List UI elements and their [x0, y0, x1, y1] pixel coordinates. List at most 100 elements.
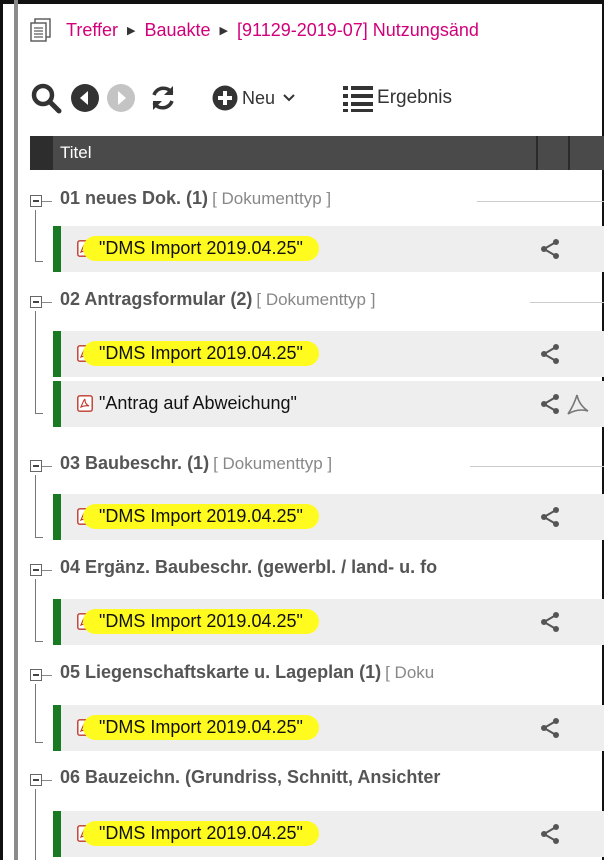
tree-connector — [42, 466, 52, 467]
tree-connector — [35, 537, 43, 538]
document-title[interactable]: "DMS Import 2019.04.25" — [83, 504, 319, 529]
group-title-text: 05 Liegenschaftskarte u. Lageplan (1) — [60, 662, 382, 682]
tree-connector — [35, 579, 36, 641]
document-title[interactable]: "DMS Import 2019.04.25" — [83, 341, 319, 366]
new-button-label: Neu — [242, 87, 276, 108]
tree-connector — [42, 302, 52, 303]
document-tree-panel: Treffer ▶ Bauakte ▶ [91129-2019-07] Nutz… — [0, 0, 604, 860]
search-icon — [31, 83, 62, 114]
tree-connector — [42, 570, 52, 571]
document-row[interactable]: "Antrag auf Abweichung" — [53, 381, 604, 427]
group-type-label: [ Dokumenttyp ] — [212, 189, 332, 208]
document-row[interactable]: "DMS Import 2019.04.25" — [53, 331, 604, 377]
group-row: 02 Antragsformular (2)[ Dokumenttyp ] — [30, 289, 604, 319]
collapse-toggle-icon[interactable] — [30, 564, 42, 576]
document-status-bar — [53, 331, 61, 377]
share-icon — [541, 239, 559, 259]
document-title[interactable]: "DMS Import 2019.04.25" — [83, 715, 319, 740]
tree-connector — [42, 675, 52, 676]
collapse-toggle-icon[interactable] — [30, 296, 42, 308]
document-title[interactable]: "DMS Import 2019.04.25" — [83, 609, 319, 634]
group-row: 01 neues Dok. (1)[ Dokumenttyp ] — [30, 188, 604, 218]
breadcrumb-item-current[interactable]: [91129-2019-07] Nutzungsänd — [237, 20, 479, 41]
breadcrumb-separator-icon: ▶ — [127, 24, 136, 37]
chevron-down-icon — [283, 94, 295, 102]
document-row[interactable]: "DMS Import 2019.04.25" — [53, 705, 604, 751]
share-icon — [541, 824, 559, 844]
group-title-text: 03 Baubeschr. (1) — [60, 453, 210, 473]
pdf-viewer-icon[interactable] — [565, 391, 591, 417]
group-type-label: [ Dokumenttyp ] — [213, 454, 333, 473]
document-status-bar — [53, 381, 61, 427]
share-icon — [541, 394, 559, 414]
group-separator-line — [470, 466, 604, 467]
breadcrumb-item-treffer[interactable]: Treffer — [66, 20, 118, 41]
table-header: Titel — [30, 136, 604, 170]
group-title-text: 02 Antragsformular (2) — [60, 289, 253, 309]
column-divider — [568, 136, 570, 170]
group-title-text: 01 neues Dok. (1) — [60, 188, 209, 208]
breadcrumb-item-bauakte[interactable]: Bauakte — [144, 20, 210, 41]
document-title[interactable]: "Antrag auf Abweichung" — [83, 391, 313, 416]
document-list-icon — [30, 18, 51, 42]
breadcrumb-separator-icon: ▶ — [219, 24, 229, 37]
tree-connector — [42, 780, 52, 781]
group-title[interactable]: 03 Baubeschr. (1)[ Dokumenttyp ] — [60, 453, 332, 474]
frame-border-top — [0, 0, 604, 4]
results-list-button[interactable]: Ergebnis — [343, 84, 452, 112]
group-row: 06 Bauzeichn. (Grundriss, Schnitt, Ansic… — [30, 767, 604, 797]
list-icon — [343, 86, 374, 112]
document-status-bar — [53, 599, 61, 645]
header-select-cell — [30, 136, 53, 170]
group-title[interactable]: 05 Liegenschaftskarte u. Lageplan (1)[ D… — [60, 662, 434, 683]
document-title[interactable]: "DMS Import 2019.04.25" — [83, 236, 319, 261]
document-status-bar — [53, 705, 61, 751]
group-row: 04 Ergänz. Baubeschr. (gewerbl. / land- … — [30, 557, 604, 587]
collapse-toggle-icon[interactable] — [30, 669, 42, 681]
results-button-label: Ergebnis — [377, 87, 453, 108]
collapse-toggle-icon[interactable] — [30, 774, 42, 786]
new-button[interactable]: Neu — [212, 85, 295, 111]
group-title[interactable]: 01 neues Dok. (1)[ Dokumenttyp ] — [60, 188, 331, 209]
column-divider — [536, 136, 538, 170]
group-row: 03 Baubeschr. (1)[ Dokumenttyp ] — [30, 453, 604, 483]
collapse-toggle-icon[interactable] — [30, 195, 42, 207]
group-type-label: [ Doku — [385, 663, 435, 682]
document-row[interactable]: "DMS Import 2019.04.25" — [53, 599, 604, 645]
refresh-button[interactable] — [148, 83, 178, 113]
share-icon — [541, 344, 559, 364]
forward-button[interactable] — [106, 83, 136, 113]
tree-connector — [35, 413, 43, 414]
document-row[interactable]: "DMS Import 2019.04.25" — [53, 811, 604, 857]
group-title-text: 06 Bauzeichn. (Grundriss, Schnitt, Ansic… — [60, 767, 441, 787]
group-separator-line — [477, 201, 604, 202]
document-row[interactable]: "DMS Import 2019.04.25" — [53, 494, 604, 540]
document-status-bar — [53, 811, 61, 857]
back-button[interactable] — [70, 83, 100, 113]
tree-connector — [35, 742, 43, 743]
column-header-title[interactable]: Titel — [60, 143, 92, 163]
group-title[interactable]: 06 Bauzeichn. (Grundriss, Schnitt, Ansic… — [60, 767, 444, 788]
document-title[interactable]: "DMS Import 2019.04.25" — [83, 821, 319, 846]
group-separator-line — [530, 302, 604, 303]
group-title[interactable]: 02 Antragsformular (2)[ Dokumenttyp ] — [60, 289, 375, 310]
tree-connector — [35, 789, 36, 860]
tree-connector — [35, 475, 36, 537]
share-icon — [541, 507, 559, 527]
tree-connector — [35, 684, 36, 742]
plus-icon — [212, 85, 238, 111]
document-status-bar — [53, 226, 61, 272]
document-status-bar — [53, 494, 61, 540]
group-title-text: 04 Ergänz. Baubeschr. (gewerbl. / land- … — [60, 557, 438, 577]
toolbar: Neu Ergebnis — [30, 78, 452, 118]
forward-arrow-icon — [107, 84, 135, 112]
tree-connector — [42, 201, 52, 202]
group-type-label: [ Dokumenttyp ] — [256, 290, 376, 309]
share-icon — [541, 718, 559, 738]
group-title[interactable]: 04 Ergänz. Baubeschr. (gewerbl. / land- … — [60, 557, 441, 578]
document-row[interactable]: "DMS Import 2019.04.25" — [53, 226, 604, 272]
collapse-toggle-icon[interactable] — [30, 460, 42, 472]
search-button[interactable] — [30, 82, 62, 114]
tree-connector — [35, 210, 36, 261]
group-row: 05 Liegenschaftskarte u. Lageplan (1)[ D… — [30, 662, 604, 692]
